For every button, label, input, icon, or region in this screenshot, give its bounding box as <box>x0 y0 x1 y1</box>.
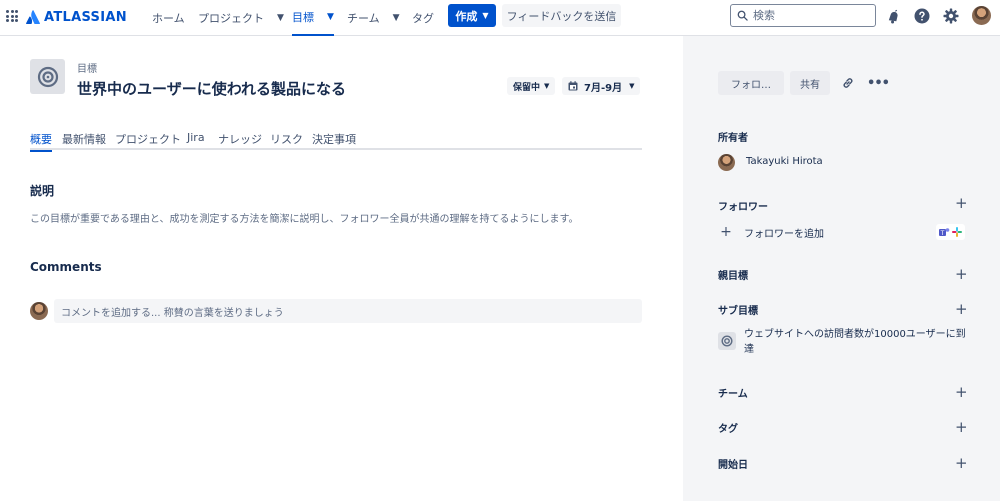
nav-goals-label: 目標 <box>292 11 314 24</box>
svg-text:T: T <box>940 229 945 236</box>
notifications-icon[interactable] <box>884 7 902 25</box>
chevron-down-icon: ▼ <box>327 12 334 22</box>
nav-goals[interactable]: 目標 ▼ <box>292 0 334 36</box>
breadcrumb[interactable]: 目標 <box>77 60 97 75</box>
page-title[interactable]: 世界中のユーザーに使われる製品になる <box>77 78 346 99</box>
comment-avatar <box>30 302 48 320</box>
nav-teams[interactable]: チーム ▼ <box>347 0 400 36</box>
create-button-label: 作成 <box>455 9 478 23</box>
target-date-dropdown[interactable]: 7月-9月 ▼ <box>562 77 641 95</box>
comments-heading: Comments <box>30 260 102 274</box>
followers-heading: フォロワー <box>718 202 768 213</box>
team-heading: チーム <box>718 389 748 400</box>
search-input[interactable] <box>753 9 863 22</box>
goal-target-icon <box>30 59 65 94</box>
start-date-heading: 開始日 <box>718 460 748 471</box>
nav-projects-label: プロジェクト <box>198 12 264 25</box>
tab-updates[interactable]: 最新情報 <box>62 131 106 150</box>
share-button[interactable]: 共有 <box>790 71 830 95</box>
tab-risks[interactable]: リスク <box>270 131 303 150</box>
chevron-down-icon: ▼ <box>482 11 489 20</box>
add-follower-label: フォロワーを追加 <box>744 228 824 240</box>
app-switcher-icon[interactable] <box>6 10 18 22</box>
atlassian-logo[interactable]: ATLASSIAN <box>26 8 127 26</box>
description-text[interactable]: この目標が重要である理由と、成功を測定する方法を簡潔に説明し、フォロワー全員が共… <box>30 210 579 225</box>
nav-tags-label: タグ <box>412 12 434 25</box>
nav-home-label: ホーム <box>152 12 185 25</box>
add-tag-plus-icon[interactable]: + <box>955 420 968 435</box>
parent-goal-heading: 親目標 <box>718 271 748 282</box>
create-button[interactable]: 作成 ▼ <box>448 4 496 27</box>
add-follower-button[interactable]: + フォロワーを追加 <box>718 224 824 240</box>
slack-icon <box>952 227 962 237</box>
description-heading: 説明 <box>30 184 55 198</box>
tab-overview[interactable]: 概要 <box>30 131 52 152</box>
brand-name: ATLASSIAN <box>44 9 127 25</box>
nav-teams-label: チーム <box>347 12 380 25</box>
chevron-down-icon: ▼ <box>277 13 284 23</box>
help-icon[interactable] <box>913 7 931 25</box>
add-follower-plus-icon[interactable]: + <box>955 196 968 211</box>
settings-gear-icon[interactable] <box>942 7 960 25</box>
plus-icon: + <box>720 224 732 240</box>
tab-knowledge[interactable]: ナレッジ <box>218 131 262 150</box>
tab-projects[interactable]: プロジェクト <box>115 131 181 150</box>
follow-button[interactable]: フォロ… <box>718 71 784 95</box>
sub-goal-link[interactable]: ウェブサイトへの訪問者数が10000ユーザーに到達 <box>744 327 966 357</box>
chevron-down-icon: ▼ <box>544 82 550 90</box>
add-parent-goal-plus-icon[interactable]: + <box>955 267 968 282</box>
add-start-date-plus-icon[interactable]: + <box>955 456 968 471</box>
date-range-label: 7月-9月 <box>584 82 623 94</box>
tab-decisions[interactable]: 決定事項 <box>312 131 356 150</box>
tags-heading: タグ <box>718 424 738 435</box>
owner-avatar <box>718 154 735 171</box>
share-button-label: 共有 <box>800 79 820 91</box>
user-avatar[interactable] <box>972 6 991 25</box>
search-icon <box>737 10 748 21</box>
tab-jira[interactable]: Jira <box>187 131 205 150</box>
owner-name[interactable]: Takayuki Hirota <box>746 156 823 167</box>
comment-placeholder: コメントを追加する... 称賛の言葉を送りましょう <box>61 307 284 319</box>
feedback-button-label: フィードバックを送信 <box>506 9 617 23</box>
calendar-icon <box>568 81 578 91</box>
teams-icon: T <box>939 227 950 236</box>
sub-goal-target-icon <box>718 332 736 350</box>
comment-input[interactable]: コメントを追加する... 称賛の言葉を送りましょう <box>54 299 642 323</box>
sub-goals-heading: サブ目標 <box>718 306 758 317</box>
owner-heading: 所有者 <box>718 133 748 144</box>
add-sub-goal-plus-icon[interactable]: + <box>955 302 968 317</box>
chevron-down-icon: ▼ <box>392 13 400 23</box>
copy-link-icon[interactable] <box>839 75 857 91</box>
search-field[interactable] <box>730 4 876 27</box>
integrations-button[interactable]: T <box>936 224 965 240</box>
goal-tabs: 概要 最新情報 プロジェクト Jira ナレッジ リスク 決定事項 <box>30 128 642 152</box>
status-dropdown[interactable]: 保留中 ▼ <box>507 77 556 95</box>
nav-projects[interactable]: プロジェクト ▼ <box>198 0 284 36</box>
more-options-icon[interactable]: ••• <box>867 75 890 91</box>
follow-button-label: フォロ… <box>731 79 771 91</box>
status-label: 保留中 <box>513 82 541 93</box>
atlassian-mark-icon <box>26 10 40 24</box>
feedback-button[interactable]: フィードバックを送信 <box>502 4 621 27</box>
top-navigation: ATLASSIAN ホーム プロジェクト ▼ 目標 ▼ チーム ▼ タグ 作成 … <box>0 0 1000 36</box>
chevron-down-icon: ▼ <box>629 82 635 90</box>
nav-home[interactable]: ホーム <box>152 0 185 36</box>
nav-tags[interactable]: タグ <box>412 0 434 36</box>
add-team-plus-icon[interactable]: + <box>955 385 968 400</box>
